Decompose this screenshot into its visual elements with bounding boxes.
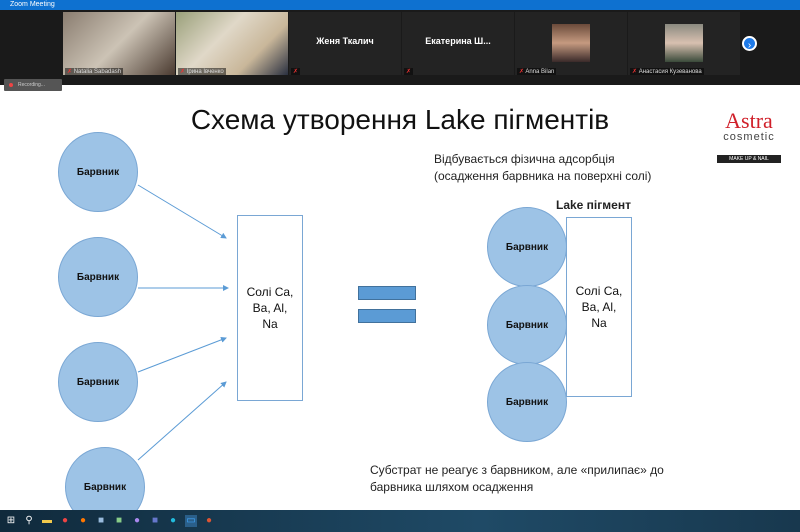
windows-icon[interactable]: ⊞: [5, 515, 17, 527]
zoom-icon[interactable]: ▭: [185, 515, 197, 527]
dye-circle: Барвник: [58, 342, 138, 422]
lake-dye-circle: Барвник: [487, 362, 567, 442]
salts-line: Ba, Al,: [581, 300, 617, 314]
viber-icon[interactable]: ●: [131, 515, 143, 527]
arrow: [137, 381, 227, 461]
search-icon[interactable]: ⚲: [23, 515, 35, 527]
photos-icon[interactable]: ■: [113, 515, 125, 527]
salts-box: Солі Ca, Ba, Al, Na: [237, 215, 303, 401]
dye-circle: Барвник: [58, 132, 138, 212]
firefox-icon[interactable]: ●: [77, 515, 89, 527]
salts-line: Na: [262, 317, 278, 331]
explorer-icon[interactable]: ▬: [41, 515, 53, 527]
chrome-icon[interactable]: ●: [59, 515, 71, 527]
salts-line: Ba, Al,: [252, 301, 288, 315]
app-icon[interactable]: ■: [95, 515, 107, 527]
lake-label: Lake пігмент: [556, 198, 631, 212]
lake-salts-box: Солі Ca, Ba, Al, Na: [566, 217, 632, 397]
salts-line: Солі Ca,: [575, 284, 623, 298]
arrow: [137, 184, 227, 239]
powerpoint-icon[interactable]: ●: [203, 515, 215, 527]
equals-bar: [358, 309, 416, 323]
teams-icon[interactable]: ■: [149, 515, 161, 527]
edge-icon[interactable]: ●: [167, 515, 179, 527]
dye-circle: Барвник: [58, 237, 138, 317]
lake-dye-circle: Барвник: [487, 285, 567, 365]
lake-dye-circle: Барвник: [487, 207, 567, 287]
salts-line: Na: [591, 316, 607, 330]
salts-line: Солі Ca,: [246, 285, 294, 299]
taskbar: ⊞ ⚲ ▬ ● ● ■ ■ ● ■ ● ▭ ●: [0, 510, 800, 532]
substrate-text: Субстрат не реагує з барвником, але «при…: [370, 462, 664, 496]
substrate-line: барвника шляхом осадження: [370, 480, 534, 494]
adsorption-text: Відбувається фізична адсорбція (осадження…: [434, 151, 651, 185]
substrate-line: Субстрат не реагує з барвником, але «при…: [370, 463, 664, 477]
adsorption-line: Відбувається фізична адсорбція: [434, 152, 615, 166]
adsorption-line: (осадження барвника на поверхні солі): [434, 169, 652, 183]
equals-bar: [358, 286, 416, 300]
arrow: [137, 337, 227, 373]
